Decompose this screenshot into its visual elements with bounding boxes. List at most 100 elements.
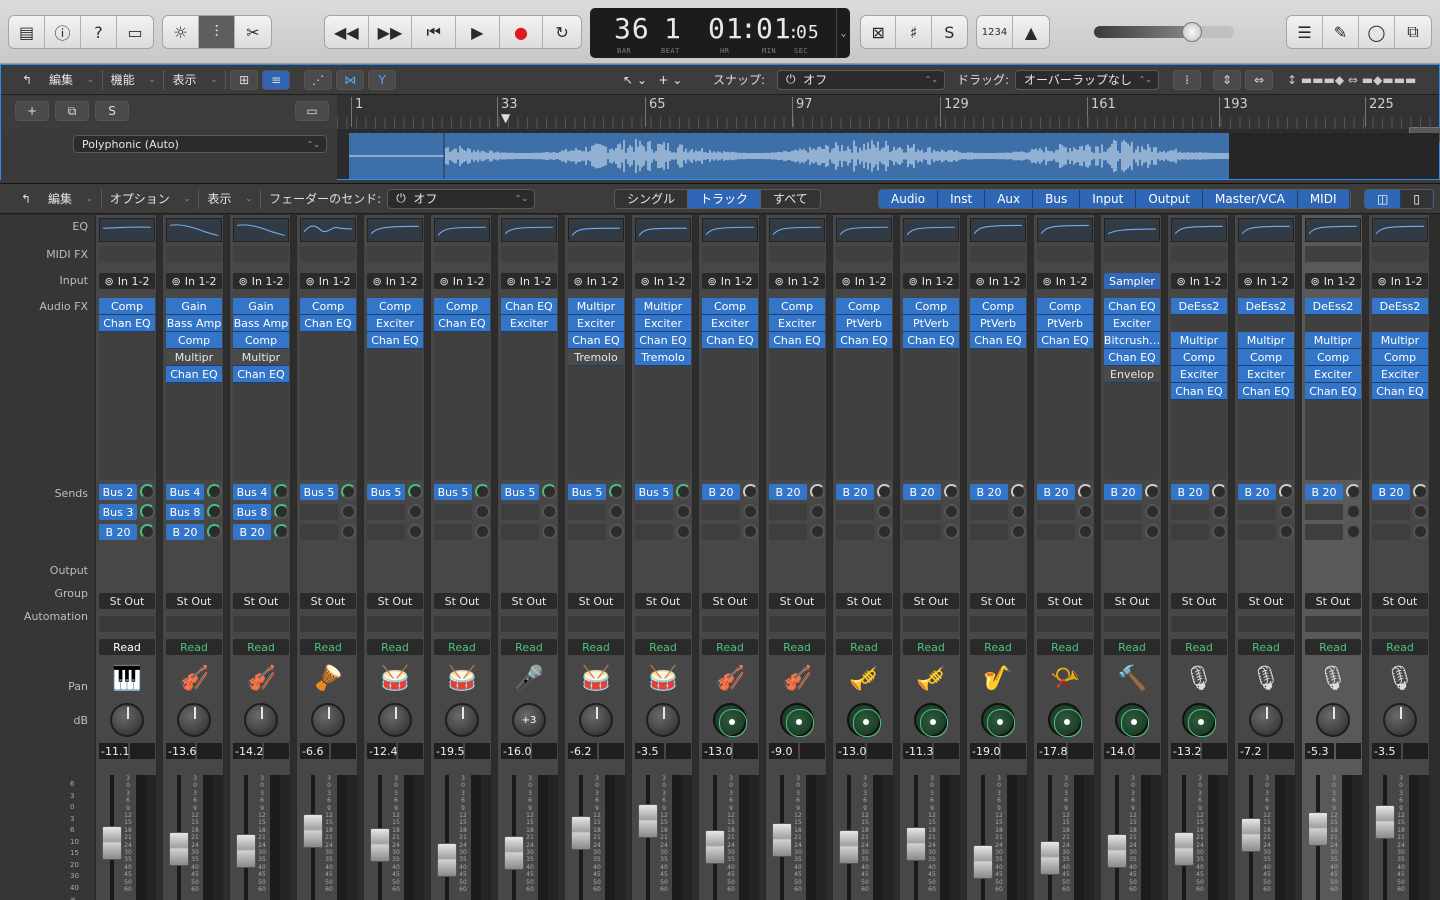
- send-bus-button[interactable]: B 20: [903, 484, 941, 500]
- send-level-knob[interactable]: [1145, 504, 1160, 519]
- fader-cap[interactable]: [571, 816, 591, 850]
- audio-fx-box[interactable]: Comp PtVerb Chan EQ: [836, 298, 892, 480]
- toolbar-icon[interactable]: ▭: [117, 16, 153, 48]
- pan-knob[interactable]: [244, 703, 278, 737]
- audio-fx-slot[interactable]: Bass Amp: [166, 315, 222, 332]
- send-bus-button[interactable]: [903, 504, 941, 520]
- volume-fader[interactable]: 3 0 3 6 9 12 15 18 21 24 30 35 40 45 50 60: [498, 775, 560, 900]
- send-slot[interactable]: [501, 524, 557, 540]
- send-slot[interactable]: [1037, 524, 1093, 540]
- send-level-knob[interactable]: [1078, 504, 1093, 519]
- pan-knob[interactable]: [1383, 703, 1417, 737]
- automation-mode[interactable]: Read: [367, 639, 423, 655]
- volume-fader[interactable]: 3 0 3 6 9 12 15 18 21 24 30 35 40 45 50 60: [431, 775, 493, 900]
- lcd-display[interactable]: 36 1 01 : 01 : 05 BAR BEAT HR MIN SEC ⌄: [590, 8, 850, 58]
- automation-mode[interactable]: Read: [702, 639, 758, 655]
- waveform-zoom-icon[interactable]: ⁞: [1173, 69, 1201, 90]
- send-slot[interactable]: [1171, 504, 1227, 520]
- group-slot[interactable]: [1238, 616, 1294, 632]
- send-bus-button[interactable]: [1305, 504, 1343, 520]
- send-slot[interactable]: B 20: [1037, 484, 1093, 500]
- audio-fx-slot[interactable]: DeEss2: [1372, 298, 1428, 315]
- send-slot[interactable]: B 20: [99, 524, 155, 540]
- mixer-icon[interactable]: ⫶: [199, 16, 235, 48]
- audio-fx-slot[interactable]: Comp: [300, 298, 356, 315]
- track-instrument-icon[interactable]: 🎙: [1182, 662, 1216, 694]
- fader-cap[interactable]: [236, 834, 256, 868]
- send-level-knob[interactable]: [1212, 504, 1227, 519]
- loop-browser-icon[interactable]: ◯: [1359, 16, 1395, 48]
- input-slot[interactable]: ⊚ In 1-2: [836, 273, 892, 289]
- flex-icon[interactable]: ⋈: [336, 69, 365, 90]
- playhead-icon[interactable]: ▼: [501, 111, 515, 125]
- send-level-knob[interactable]: [609, 504, 624, 519]
- input-slot[interactable]: ⊚ In 1-2: [769, 273, 825, 289]
- automation-mode[interactable]: Read: [836, 639, 892, 655]
- send-level-knob[interactable]: [676, 524, 691, 539]
- send-level-knob[interactable]: [341, 524, 356, 539]
- audio-fx-slot[interactable]: Chan EQ: [769, 332, 825, 349]
- fader-cap[interactable]: [1040, 841, 1060, 875]
- output-slot[interactable]: St Out: [903, 593, 959, 609]
- volume-fader[interactable]: 3 0 3 6 9 12 15 18 21 24 30 35 40 45 50 60: [1034, 775, 1096, 900]
- send-level-knob[interactable]: [274, 524, 289, 539]
- ruler[interactable]: 1 33 65 97 129 161 193 225 ▼: [337, 95, 1440, 143]
- send-bus-button[interactable]: [702, 524, 740, 540]
- audio-fx-box[interactable]: DeEss2 Multipr Comp Exciter Chan EQ: [1238, 298, 1294, 480]
- send-level-knob[interactable]: [877, 484, 892, 499]
- midi-fx-slot[interactable]: [1171, 246, 1227, 262]
- input-slot[interactable]: ⊚ In 1-2: [1372, 273, 1428, 289]
- send-slot[interactable]: [1171, 524, 1227, 540]
- cycle-icon[interactable]: ↻: [543, 16, 581, 48]
- send-level-knob[interactable]: [408, 484, 423, 499]
- eq-thumbnail[interactable]: [1372, 218, 1428, 242]
- fader-cap[interactable]: [1375, 805, 1395, 839]
- audio-fx-slot[interactable]: Chan EQ: [568, 332, 624, 349]
- eq-thumbnail[interactable]: [1037, 218, 1093, 242]
- send-level-knob[interactable]: [207, 524, 222, 539]
- send-slot[interactable]: Bus 2: [99, 484, 155, 500]
- filter-tab[interactable]: Output: [1136, 189, 1203, 208]
- output-slot[interactable]: St Out: [367, 593, 423, 609]
- forward-icon[interactable]: ▶▶: [369, 16, 413, 48]
- audio-fx-box[interactable]: Gain Bass Amp Comp Multipr Chan EQ: [233, 298, 289, 480]
- audio-fx-slot[interactable]: Comp: [702, 298, 758, 315]
- send-bus-button[interactable]: Bus 5: [367, 484, 405, 500]
- audio-fx-slot[interactable]: PtVerb: [970, 315, 1026, 332]
- audio-fx-box[interactable]: Comp Exciter Chan EQ: [702, 298, 758, 480]
- send-level-knob[interactable]: [341, 504, 356, 519]
- send-bus-button[interactable]: B 20: [1171, 484, 1209, 500]
- lcd-dropdown[interactable]: ⌄: [836, 8, 850, 58]
- send-slot[interactable]: Bus 5: [300, 484, 356, 500]
- midi-fx-slot[interactable]: [434, 246, 490, 262]
- send-bus-button[interactable]: [970, 504, 1008, 520]
- vertical-fit-icon[interactable]: ⇕: [1213, 69, 1241, 90]
- audio-fx-box[interactable]: Comp Chan EQ: [99, 298, 155, 480]
- midi-fx-slot[interactable]: [233, 246, 289, 262]
- send-bus-button[interactable]: [1037, 504, 1075, 520]
- add-track-icon[interactable]: +: [15, 101, 49, 121]
- audio-fx-slot[interactable]: Chan EQ: [300, 315, 356, 332]
- mode-select[interactable]: Polyphonic (Auto) ⌃⌄: [73, 135, 327, 153]
- input-slot[interactable]: ⊚ In 1-2: [99, 273, 155, 289]
- input-slot[interactable]: ⊚ In 1-2: [1305, 273, 1361, 289]
- group-slot[interactable]: [1305, 616, 1361, 632]
- send-level-knob[interactable]: [274, 484, 289, 499]
- audio-region[interactable]: [349, 133, 1229, 179]
- pan-knob[interactable]: [1316, 703, 1350, 737]
- audio-fx-box[interactable]: DeEss2 Multipr Comp Exciter Chan EQ: [1372, 298, 1428, 480]
- audio-fx-slot[interactable]: Exciter: [1238, 366, 1294, 383]
- surround-panner[interactable]: [981, 703, 1015, 737]
- audio-fx-slot[interactable]: Chan EQ: [1305, 383, 1361, 400]
- output-slot[interactable]: St Out: [1037, 593, 1093, 609]
- filter-tab[interactable]: Inst: [938, 189, 986, 208]
- track-instrument-icon[interactable]: 🪘: [311, 662, 345, 694]
- audio-fx-box[interactable]: Comp Exciter Chan EQ: [769, 298, 825, 480]
- send-bus-button[interactable]: [1104, 504, 1142, 520]
- group-slot[interactable]: [1104, 616, 1160, 632]
- midi-fx-slot[interactable]: [836, 246, 892, 262]
- drag-select[interactable]: オーバーラップなし ⌃⌄: [1015, 69, 1159, 90]
- midi-fx-slot[interactable]: [1372, 246, 1428, 262]
- volume-readout[interactable]: -6.2: [568, 743, 597, 759]
- audio-fx-slot[interactable]: Comp: [233, 332, 289, 349]
